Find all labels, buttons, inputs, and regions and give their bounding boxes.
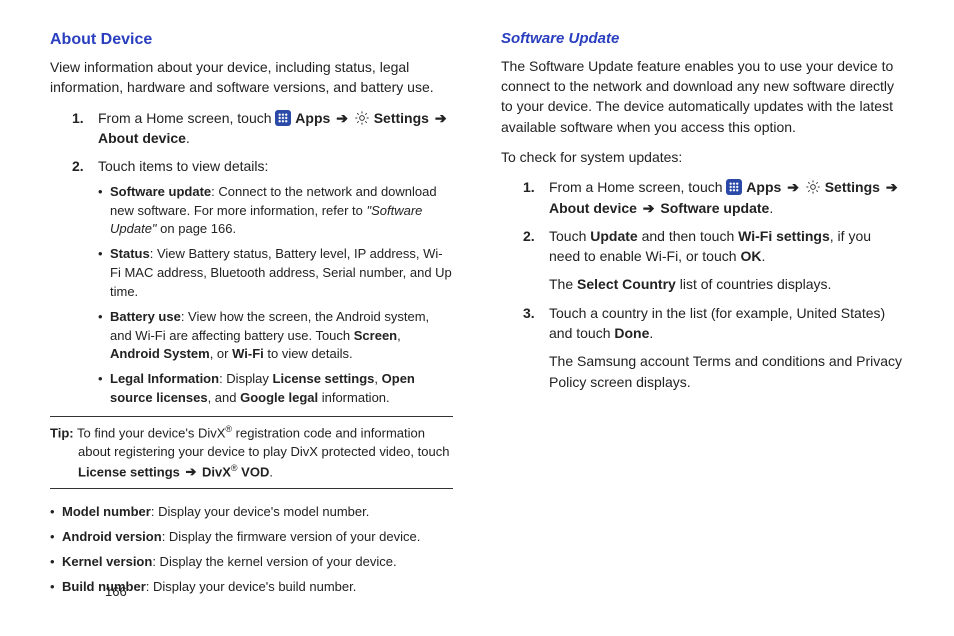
left-step-1: 1. From a Home screen, touch Apps ➔ Sett… (50, 108, 453, 149)
bullet-software-update: Software update: Connect to the network … (98, 183, 453, 240)
bullet-battery-use: Battery use: View how the screen, the An… (98, 308, 453, 365)
bullet-kernel-version: Kernel version: Display the kernel versi… (50, 553, 453, 572)
right-step-3-followup: The Samsung account Terms and conditions… (501, 351, 904, 392)
left-column: About Device View information about your… (50, 28, 453, 603)
bullet-status: Status: View Battery status, Battery lev… (98, 245, 453, 302)
apps-icon (726, 179, 742, 195)
tip-box: Tip: To find your device's DivX® registr… (50, 416, 453, 489)
about-device-intro: View information about your device, incl… (50, 57, 453, 98)
about-device-heading: About Device (50, 28, 453, 51)
settings-gear-icon (805, 179, 821, 195)
bullet-model-number: Model number: Display your device's mode… (50, 503, 453, 522)
right-step-1: 1. From a Home screen, touch Apps ➔ Sett… (501, 177, 904, 218)
software-update-intro: The Software Update feature enables you … (501, 56, 904, 137)
right-step-3: 3. Touch a country in the list (for exam… (501, 303, 904, 344)
apps-icon (275, 110, 291, 126)
settings-gear-icon (354, 110, 370, 126)
bullet-android-version: Android version: Display the firmware ve… (50, 528, 453, 547)
manual-page: About Device View information about your… (50, 28, 904, 616)
right-step-2: 2. Touch Update and then touch Wi-Fi set… (501, 226, 904, 267)
software-update-heading: Software Update (501, 28, 904, 50)
bullet-legal-information: Legal Information: Display License setti… (98, 370, 453, 408)
right-step-2-followup: The Select Country list of countries dis… (501, 274, 904, 294)
right-column: Software Update The Software Update feat… (501, 28, 904, 603)
left-step-2: 2. Touch items to view details: Software… (50, 156, 453, 408)
check-line: To check for system updates: (501, 147, 904, 167)
page-number: 166 (105, 583, 127, 602)
